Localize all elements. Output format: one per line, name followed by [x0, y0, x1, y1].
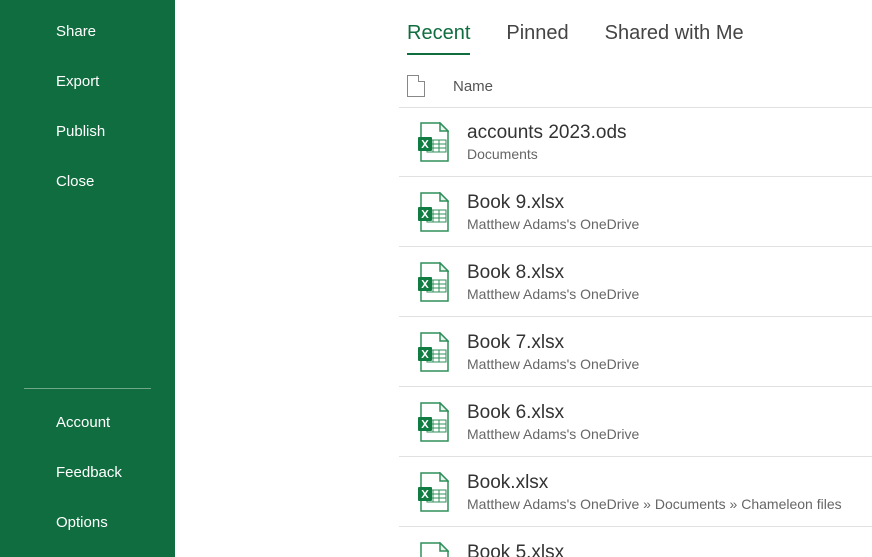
file-icon-cell — [399, 472, 467, 512]
sidebar-item-label: Publish — [56, 123, 105, 140]
excel-file-icon — [417, 402, 449, 442]
file-path: Matthew Adams's OneDrive » Documents » C… — [467, 496, 864, 512]
file-name: Book 8.xlsx — [467, 262, 864, 284]
document-icon — [407, 75, 425, 97]
excel-file-icon — [417, 542, 449, 557]
sidebar-item-publish[interactable]: Publish — [0, 106, 175, 156]
sidebar-item-label: Share — [56, 23, 96, 40]
main-panel: Recent Pinned Shared with Me Name accounts… — [175, 0, 872, 557]
tab-shared-with-me[interactable]: Shared with Me — [605, 22, 744, 55]
file-path: Matthew Adams's OneDrive — [467, 356, 864, 372]
file-name: Book 7.xlsx — [467, 332, 864, 354]
file-path: Matthew Adams's OneDrive — [467, 426, 864, 442]
excel-file-icon — [417, 332, 449, 372]
excel-file-icon — [417, 472, 449, 512]
file-text: Book 7.xlsx Matthew Adams's OneDrive — [467, 332, 864, 372]
column-header-name[interactable]: Name — [453, 78, 493, 95]
file-path: Matthew Adams's OneDrive — [467, 216, 864, 232]
file-list: accounts 2023.ods Documents Book 9.xlsx Ma… — [399, 107, 872, 557]
file-name: Book.xlsx — [467, 472, 864, 494]
sidebar-item-label: Close — [56, 173, 94, 190]
file-row[interactable]: Book 8.xlsx Matthew Adams's OneDrive — [399, 247, 872, 317]
excel-file-icon — [417, 192, 449, 232]
file-path: Matthew Adams's OneDrive — [467, 286, 864, 302]
sidebar-item-label: Account — [56, 414, 110, 431]
file-text: Book 9.xlsx Matthew Adams's OneDrive — [467, 192, 864, 232]
file-row[interactable]: Book.xlsx Matthew Adams's OneDrive » Docu… — [399, 457, 872, 527]
excel-file-icon — [417, 262, 449, 302]
sidebar-item-options[interactable]: Options — [0, 497, 175, 547]
file-icon-cell — [399, 262, 467, 302]
file-row[interactable]: Book 5.xlsxMatthew Adams's OneDrive — [399, 527, 872, 557]
tab-recent[interactable]: Recent — [407, 22, 470, 55]
tab-pinned[interactable]: Pinned — [506, 22, 568, 55]
file-icon-cell — [399, 402, 467, 442]
file-name: Book 6.xlsx — [467, 402, 864, 424]
file-icon-cell — [399, 192, 467, 232]
sidebar-item-export[interactable]: Export — [0, 56, 175, 106]
sidebar-item-feedback[interactable]: Feedback — [0, 447, 175, 497]
file-name: Book 9.xlsx — [467, 192, 864, 214]
excel-file-icon — [417, 122, 449, 162]
file-icon-cell — [399, 542, 467, 557]
sidebar-item-label: Export — [56, 73, 99, 90]
file-path: Documents — [467, 146, 864, 162]
sidebar-item-close[interactable]: Close — [0, 156, 175, 206]
file-text: Book 5.xlsxMatthew Adams's OneDrive — [467, 542, 864, 557]
file-row[interactable]: Book 9.xlsx Matthew Adams's OneDrive — [399, 177, 872, 247]
sidebar-separator — [24, 388, 151, 389]
file-text: Book.xlsx Matthew Adams's OneDrive » Docu… — [467, 472, 864, 512]
file-text: accounts 2023.ods Documents — [467, 122, 864, 162]
file-row[interactable]: Book 6.xlsx Matthew Adams's OneDrive — [399, 387, 872, 457]
file-name: Book 5.xlsx — [467, 542, 864, 557]
file-text: Book 6.xlsx Matthew Adams's OneDrive — [467, 402, 864, 442]
file-row[interactable]: accounts 2023.ods Documents — [399, 107, 872, 177]
sidebar-item-share[interactable]: Share — [0, 6, 175, 56]
sidebar-item-label: Options — [56, 514, 108, 531]
file-row[interactable]: Book 7.xlsx Matthew Adams's OneDrive — [399, 317, 872, 387]
sidebar: Share Export Publish Close Account Feedback O… — [0, 0, 175, 557]
file-icon-cell — [399, 332, 467, 372]
file-list-header: Name — [407, 75, 872, 97]
open-tabs: Recent Pinned Shared with Me — [175, 0, 872, 55]
sidebar-item-account[interactable]: Account — [0, 397, 175, 447]
file-name: accounts 2023.ods — [467, 122, 864, 144]
sidebar-item-label: Feedback — [56, 464, 122, 481]
file-icon-cell — [399, 122, 467, 162]
file-text: Book 8.xlsx Matthew Adams's OneDrive — [467, 262, 864, 302]
